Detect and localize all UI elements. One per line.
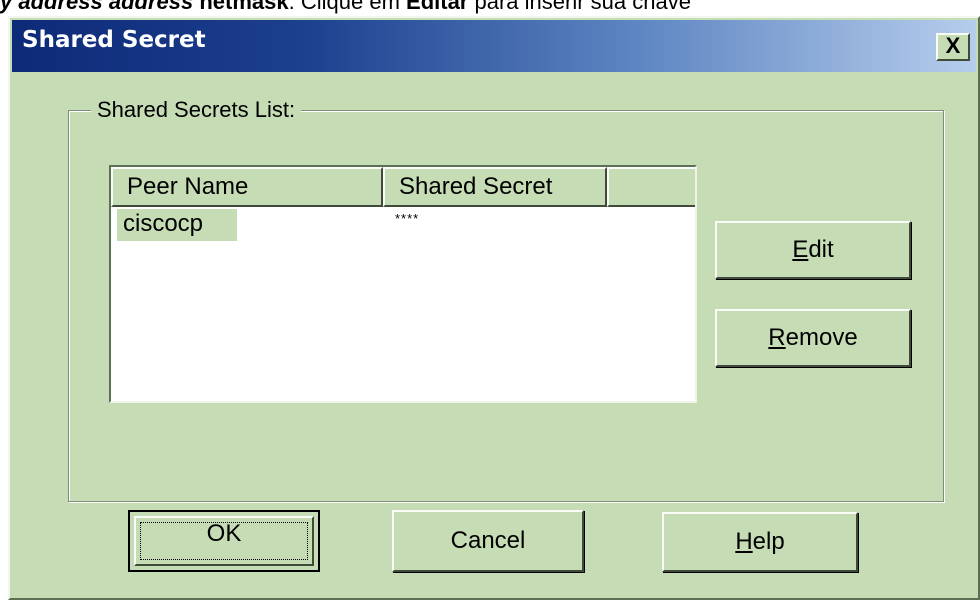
list-header: Peer Name Shared Secret [111, 167, 695, 207]
remove-button[interactable]: Remove [715, 309, 911, 367]
page-text-part5: para inserir sua chave [468, 0, 691, 14]
list-item[interactable]: ciscocp **** [111, 209, 695, 241]
page-text-part3: . Clique em [288, 0, 407, 14]
column-header-peer-name[interactable]: Peer Name [111, 167, 383, 207]
edit-button[interactable]: Edit [715, 221, 911, 279]
close-button[interactable]: X [936, 33, 970, 61]
edit-accel: E [792, 236, 809, 263]
help-label: elp [752, 528, 785, 555]
column-header-shared-secret[interactable]: Shared Secret [383, 167, 607, 207]
ok-button[interactable]: OK [128, 510, 320, 572]
remove-accel: R [768, 324, 786, 351]
page-text-part4: Editar [406, 0, 469, 14]
close-icon: X [945, 33, 961, 58]
background-page-text: y address address netmask. Clique em Edi… [0, 0, 980, 14]
remove-label: emove [785, 324, 858, 351]
edit-label: dit [808, 236, 834, 263]
dialog-title: Shared Secret [22, 27, 206, 53]
shared-secret-cell: **** [395, 211, 420, 226]
help-button[interactable]: Help [662, 512, 858, 572]
shared-secrets-groupbox: Shared Secrets List: Peer Name Shared Se… [68, 97, 944, 502]
column-header-empty[interactable] [607, 167, 695, 207]
title-bar[interactable]: Shared Secret X [12, 20, 976, 72]
shared-secrets-list[interactable]: Peer Name Shared Secret ciscocp **** [109, 165, 697, 403]
ok-label: OK [206, 520, 242, 547]
peer-name-cell: ciscocp [117, 209, 237, 241]
cancel-button[interactable]: Cancel [392, 510, 584, 572]
help-accel: H [735, 528, 753, 555]
page-text-part2: netmask [193, 0, 289, 14]
group-label: Shared Secrets List: [91, 97, 302, 123]
cancel-label: Cancel [450, 527, 526, 554]
page-text-part1: y address address [0, 0, 194, 14]
